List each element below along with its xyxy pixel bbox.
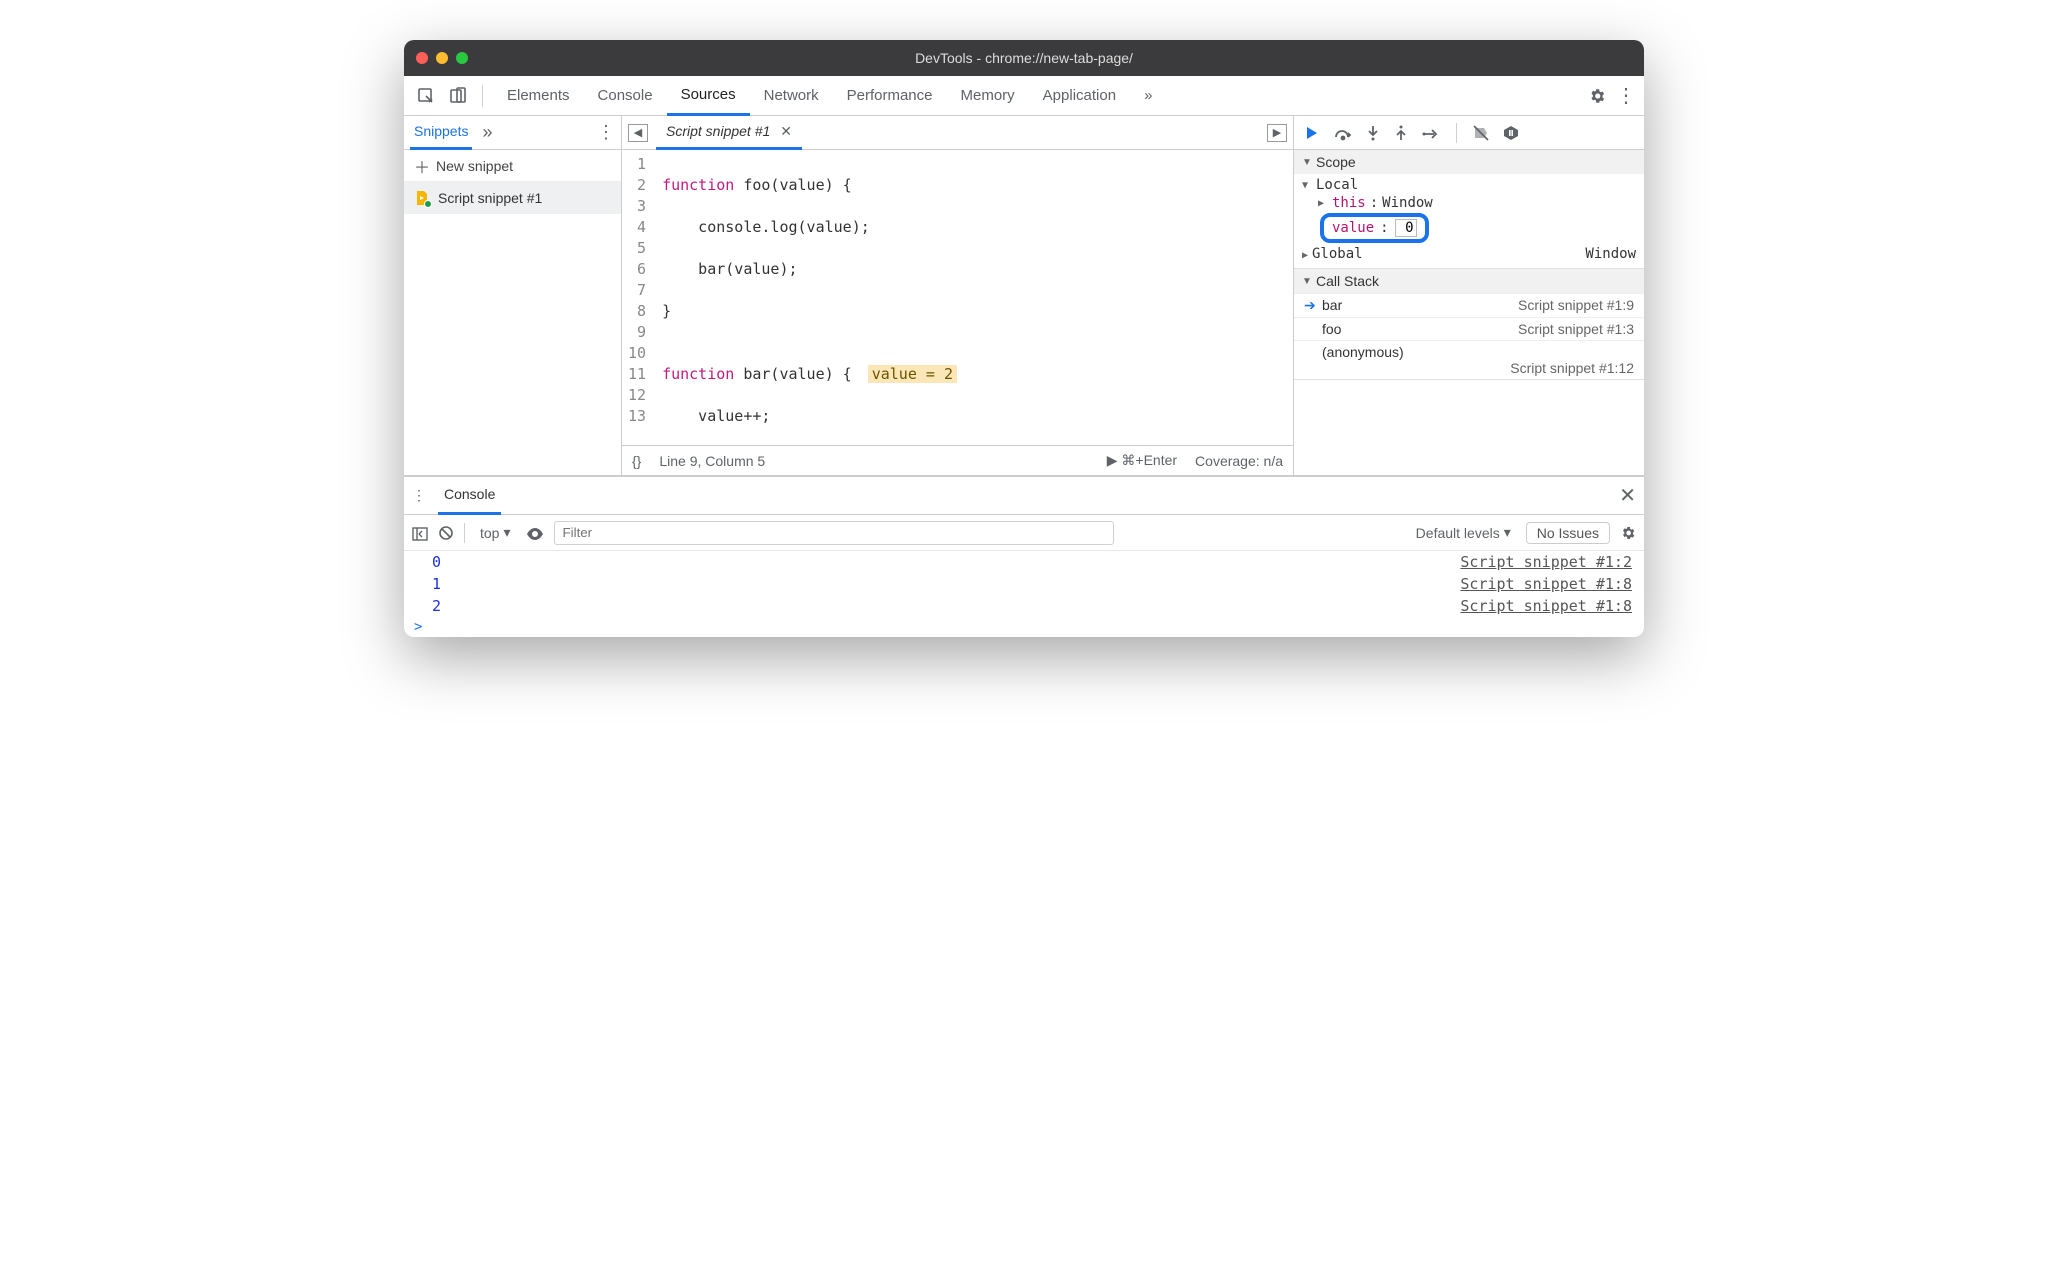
drawer-tab-console[interactable]: Console [438,477,501,515]
more-icon[interactable]: ⋮ [1616,83,1636,108]
sources-panel: Snippets » ⋮ ＋ New snippet Script snippe… [404,116,1644,476]
console-source-link[interactable]: Script snippet #1:2 [1460,553,1632,571]
console-row[interactable]: 0Script snippet #1:2 [404,551,1644,573]
editor-column: ◀ Script snippet #1 ✕ ▶ 1234567891011121… [622,116,1294,475]
file-tab-label: Script snippet #1 [666,123,770,139]
code-body: function foo(value) { console.log(value)… [656,150,1293,445]
console-row[interactable]: 2Script snippet #1:8 [404,595,1644,617]
plus-icon: ＋ [414,154,430,178]
console-output: 0Script snippet #1:2 1Script snippet #1:… [404,551,1644,617]
scope-this-row[interactable]: ▶this: Window [1294,194,1644,212]
code-editor[interactable]: 12345678910111213 function foo(value) { … [622,150,1293,445]
scope-local-header[interactable]: ▼Local [1294,176,1644,194]
drawer-close-icon[interactable]: ✕ [1619,483,1636,508]
step-icon[interactable] [1422,125,1440,141]
settings-icon[interactable] [1588,86,1606,104]
scope-section-header[interactable]: ▼Scope [1294,150,1644,174]
pause-exceptions-icon[interactable] [1503,124,1519,141]
console-filter-input[interactable] [554,521,1114,545]
sidebar-more-icon[interactable]: ⋮ [597,122,615,143]
console-prompt[interactable]: > [404,617,1644,637]
zoom-window-button[interactable] [456,52,468,64]
deactivate-breakpoints-icon[interactable] [1473,124,1489,141]
file-nav-icon[interactable]: ◀ [628,124,648,142]
tab-elements[interactable]: Elements [493,76,584,116]
inline-value-hint: value = 2 [868,365,957,383]
devtools-window: DevTools - chrome://new-tab-page/ Elemen… [404,40,1644,637]
context-selector[interactable]: top▾ [475,523,516,542]
cursor-position: Line 9, Column 5 [659,453,765,469]
new-snippet-label: New snippet [436,158,513,174]
window-title: DevTools - chrome://new-tab-page/ [404,50,1644,66]
console-sidebar-toggle-icon[interactable] [412,524,428,540]
snippet-item[interactable]: Script snippet #1 [404,182,621,214]
stack-frame[interactable]: ➔barScript snippet #1:9 [1294,293,1644,317]
console-source-link[interactable]: Script snippet #1:8 [1460,597,1632,615]
coverage-label: Coverage: n/a [1195,453,1283,469]
step-over-icon[interactable] [1334,124,1352,140]
console-row[interactable]: 1Script snippet #1:8 [404,573,1644,595]
callstack-section-header[interactable]: ▼Call Stack [1294,269,1644,293]
sidebar-tabs-overflow-icon[interactable]: » [482,122,492,143]
scope-global-row[interactable]: ▶GlobalWindow [1294,244,1644,266]
tab-sources[interactable]: Sources [667,76,750,116]
drawer-more-icon[interactable]: ⋮ [412,487,426,504]
stack-frame[interactable]: (anonymous) Script snippet #1:12 [1294,340,1644,379]
run-toggle-icon[interactable]: ▶ [1267,124,1287,142]
log-levels-selector[interactable]: Default levels▾ [1411,523,1516,542]
toolbar-divider [482,85,483,107]
step-out-icon[interactable] [1394,124,1408,141]
snippet-item-label: Script snippet #1 [438,190,542,206]
close-window-button[interactable] [416,52,428,64]
live-expression-icon[interactable] [526,525,544,541]
inspect-icon[interactable] [412,82,440,110]
clear-console-icon[interactable] [438,524,454,541]
issues-button[interactable]: No Issues [1526,522,1610,544]
minimize-window-button[interactable] [436,52,448,64]
console-source-link[interactable]: Script snippet #1:8 [1460,575,1632,593]
tab-application[interactable]: Application [1029,76,1130,116]
main-toolbar: Elements Console Sources Network Perform… [404,76,1644,116]
run-shortcut-label[interactable]: ▶ ⌘+Enter [1107,452,1177,469]
console-drawer: ⋮ Console ✕ top▾ Default levels▾ No Issu… [404,476,1644,637]
tabs-overflow-icon[interactable]: » [1130,76,1166,116]
stack-frame[interactable]: fooScript snippet #1:3 [1294,317,1644,340]
scope-value-row[interactable]: value: [1294,212,1644,244]
sidebar-tab-snippets[interactable]: Snippets [410,116,472,150]
navigator-sidebar: Snippets » ⋮ ＋ New snippet Script snippe… [404,116,622,475]
pretty-print-icon[interactable]: {} [632,453,641,469]
resume-icon[interactable] [1304,124,1320,141]
console-settings-icon[interactable] [1620,524,1636,541]
tab-performance[interactable]: Performance [833,76,947,116]
snippet-file-icon [414,190,430,206]
value-edit-highlight: value: [1320,213,1429,243]
tab-memory[interactable]: Memory [947,76,1029,116]
file-tab[interactable]: Script snippet #1 ✕ [656,116,802,150]
debugger-sidebar: ▼Scope ▼Local ▶this: Window value: ▶Glob… [1294,116,1644,475]
scope-value-input[interactable] [1395,219,1417,237]
device-toggle-icon[interactable] [444,82,472,110]
editor-footer: {} Line 9, Column 5 ▶ ⌘+Enter Coverage: … [622,445,1293,475]
line-gutter: 12345678910111213 [622,150,656,445]
new-snippet-button[interactable]: ＋ New snippet [404,150,621,182]
debugger-toolbar [1294,116,1644,150]
step-into-icon[interactable] [1366,124,1380,141]
tab-network[interactable]: Network [750,76,833,116]
window-controls [416,52,468,64]
close-file-icon[interactable]: ✕ [780,123,792,140]
titlebar: DevTools - chrome://new-tab-page/ [404,40,1644,76]
tab-console[interactable]: Console [584,76,667,116]
panel-tabs: Elements Console Sources Network Perform… [493,76,1584,116]
